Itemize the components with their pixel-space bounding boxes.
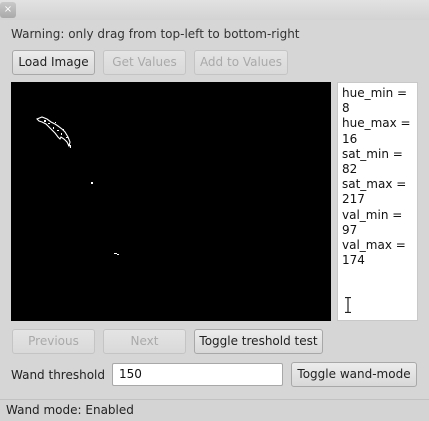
value-line: 174 — [342, 253, 365, 268]
image-canvas[interactable] — [11, 82, 331, 321]
values-text-area[interactable]: hue_min = 8 hue_max = 16 sat_min = 82 sa… — [337, 82, 418, 321]
warning-label: Warning: only drag from top-left to bott… — [11, 27, 300, 41]
wand-threshold-label: Wand threshold — [11, 368, 106, 382]
text-cursor-icon — [345, 297, 351, 313]
status-text: Wand mode: Enabled — [6, 403, 134, 417]
value-line: 82 — [342, 162, 358, 177]
wand-threshold-input[interactable]: 150 — [112, 363, 283, 386]
load-image-button[interactable]: Load Image — [12, 50, 95, 75]
value-line: hue_max = — [342, 116, 411, 131]
add-to-values-button[interactable]: Add to Values — [194, 50, 288, 75]
status-bar: Wand mode: Enabled — [0, 399, 429, 421]
value-line: hue_min = 8 — [342, 86, 411, 116]
threshold-mask-image — [36, 116, 119, 255]
title-bar: × — [0, 0, 429, 20]
value-line: sat_min = — [342, 146, 403, 161]
previous-button[interactable]: Previous — [12, 329, 95, 354]
value-line: val_max = — [342, 238, 406, 253]
value-line: val_min = 97 — [342, 207, 407, 237]
next-button[interactable]: Next — [103, 329, 186, 354]
close-icon[interactable]: × — [0, 2, 16, 18]
value-line: 16 — [342, 131, 358, 146]
value-line: 217 — [342, 192, 365, 207]
toggle-threshold-test-button[interactable]: Toggle treshold test — [194, 329, 323, 354]
value-line: sat_max = — [342, 177, 407, 192]
get-values-button[interactable]: Get Values — [103, 50, 186, 75]
toggle-wand-mode-button[interactable]: Toggle wand-mode — [291, 362, 417, 387]
